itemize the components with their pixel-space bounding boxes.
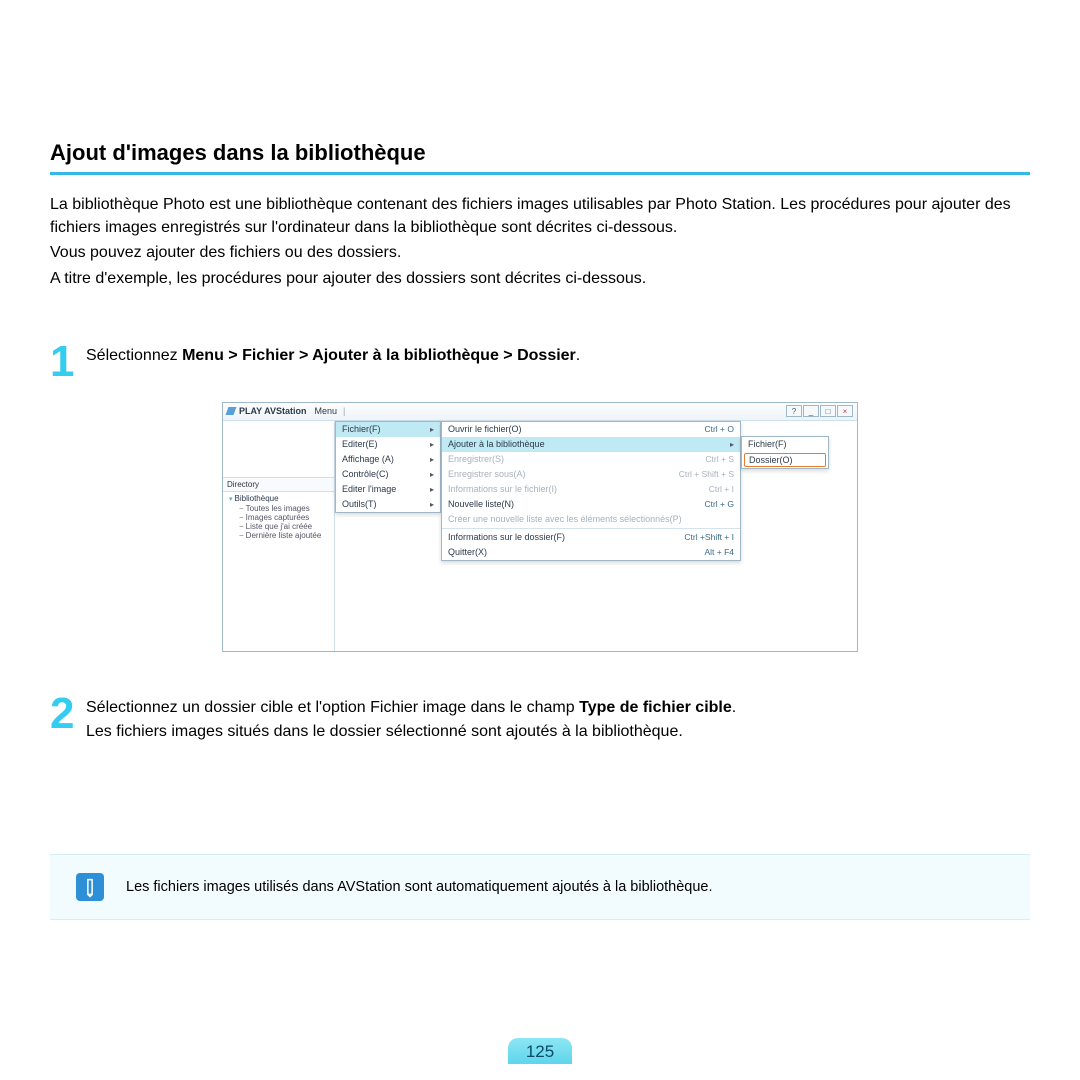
minimize-button[interactable]: _ xyxy=(803,405,819,417)
menu-item-info-fichier: Informations sur le fichier(I)Ctrl + I xyxy=(442,482,740,497)
menu-item-shortcut: Ctrl +Shift + I xyxy=(684,532,734,542)
step-2-line1-bold: Type de fichier cible xyxy=(579,699,732,716)
menu-item-ajouter-bibliotheque[interactable]: Ajouter à la bibliothèque▸ xyxy=(442,437,740,452)
menu-separator xyxy=(442,528,740,529)
sidebar-root[interactable]: Bibliothèque xyxy=(229,494,334,503)
chevron-right-icon: ▸ xyxy=(430,440,434,449)
step-1-suffix: . xyxy=(576,347,580,364)
step-2-line1-pre: Sélectionnez un dossier cible et l'optio… xyxy=(86,699,579,716)
menu-item-enregistrer-sous: Enregistrer sous(A)Ctrl + Shift + S xyxy=(442,467,740,482)
menu-item-label: Ajouter à la bibliothèque xyxy=(448,439,730,449)
menu-item-shortcut: Ctrl + G xyxy=(704,499,734,509)
intro-paragraph-3: A titre d'exemple, les procédures pour a… xyxy=(50,267,1030,290)
help-button[interactable]: ? xyxy=(786,405,802,417)
menu-item-creer-liste-selection: Créer une nouvelle liste avec les élémen… xyxy=(442,512,740,527)
menu-item-label: Enregistrer(S) xyxy=(448,454,705,464)
menu-item-shortcut: Ctrl + I xyxy=(709,484,734,494)
menu-item-controle[interactable]: Contrôle(C) ▸ xyxy=(336,467,440,482)
menu-item-label: Quitter(X) xyxy=(448,547,704,557)
menu-item-quitter[interactable]: Quitter(X)Alt + F4 xyxy=(442,545,740,560)
menu-item-enregistrer: Enregistrer(S)Ctrl + S xyxy=(442,452,740,467)
menu-item-info-dossier[interactable]: Informations sur le dossier(F)Ctrl +Shif… xyxy=(442,530,740,545)
step-2-line2: Les fichiers images situés dans le dossi… xyxy=(86,723,683,740)
menu-divider: | xyxy=(343,406,345,416)
menu-item-editer-image[interactable]: Editer l'image ▸ xyxy=(336,482,440,497)
menu-item-affichage[interactable]: Affichage (A) ▸ xyxy=(336,452,440,467)
app-title: PLAY AVStation xyxy=(239,406,307,416)
chevron-right-icon: ▸ xyxy=(730,440,734,449)
chevron-right-icon: ▸ xyxy=(430,500,434,509)
sidebar-item[interactable]: Liste que j'ai créée xyxy=(229,522,334,531)
heading-rule xyxy=(50,172,1030,175)
close-button[interactable]: × xyxy=(837,405,853,417)
step-1: 1 Sélectionnez Menu > Fichier > Ajouter … xyxy=(50,340,1030,384)
menu-item-label: Dossier(O) xyxy=(749,455,793,465)
menu-panel-level3: Fichier(F) Dossier(O) xyxy=(741,436,829,469)
sidebar-item[interactable]: Dernière liste ajoutée xyxy=(229,531,334,540)
note-text: Les fichiers images utilisés dans AVStat… xyxy=(126,879,713,895)
menu-item-outils[interactable]: Outils(T) ▸ xyxy=(336,497,440,512)
step-1-text: Sélectionnez Menu > Fichier > Ajouter à … xyxy=(86,340,580,368)
menu-item-editer[interactable]: Editer(E) ▸ xyxy=(336,437,440,452)
menu-item-label: Informations sur le dossier(F) xyxy=(448,532,684,542)
note-box: Les fichiers images utilisés dans AVStat… xyxy=(50,854,1030,920)
pencil-note-icon xyxy=(76,873,104,901)
menu-item-label: Informations sur le fichier(I) xyxy=(448,484,709,494)
chevron-right-icon: ▸ xyxy=(430,425,434,434)
menu-item-label: Ouvrir le fichier(O) xyxy=(448,424,704,434)
page-number: 125 xyxy=(508,1038,572,1064)
menu-item-label: Editer l'image xyxy=(342,484,396,494)
chevron-right-icon: ▸ xyxy=(430,470,434,479)
section-heading: Ajout d'images dans la bibliothèque xyxy=(50,140,1030,166)
menu-item-label: Outils(T) xyxy=(342,499,377,509)
menu-item-shortcut: Ctrl + S xyxy=(705,454,734,464)
step-2: 2 Sélectionnez un dossier cible et l'opt… xyxy=(50,692,1030,744)
menu-panel-level2: Ouvrir le fichier(O)Ctrl + O Ajouter à l… xyxy=(441,421,741,561)
menu-item-label: Fichier(F) xyxy=(342,424,381,434)
step-2-number: 2 xyxy=(50,692,86,736)
menu-item-label: Contrôle(C) xyxy=(342,469,389,479)
app-logo-icon xyxy=(226,407,237,415)
sidebar-header: Directory xyxy=(223,477,334,492)
menu-item-dossier[interactable]: Dossier(O) xyxy=(744,453,826,467)
sidebar: Directory Bibliothèque Toutes les images… xyxy=(223,421,335,651)
menu-item-label: Fichier(F) xyxy=(748,439,787,449)
menu-item-label: Enregistrer sous(A) xyxy=(448,469,679,479)
menu-item-fichier-sub[interactable]: Fichier(F) xyxy=(742,437,828,452)
menu-item-label: Nouvelle liste(N) xyxy=(448,499,704,509)
menu-button[interactable]: Menu xyxy=(315,406,338,416)
chevron-right-icon: ▸ xyxy=(430,485,434,494)
menu-item-shortcut: Ctrl + O xyxy=(704,424,734,434)
step-2-text: Sélectionnez un dossier cible et l'optio… xyxy=(86,692,736,744)
menu-item-fichier[interactable]: Fichier(F) ▸ xyxy=(336,422,440,437)
app-window: PLAY AVStation Menu | ? _ □ × Directory xyxy=(222,402,858,652)
menu-panel-level1: Fichier(F) ▸ Editer(E) ▸ Affichage (A) ▸ Co… xyxy=(335,421,441,513)
menu-item-label: Editer(E) xyxy=(342,439,378,449)
maximize-button[interactable]: □ xyxy=(820,405,836,417)
chevron-right-icon: ▸ xyxy=(430,455,434,464)
intro-paragraph-2: Vous pouvez ajouter des fichiers ou des … xyxy=(50,241,1030,264)
intro-paragraph-1: La bibliothèque Photo est une bibliothèq… xyxy=(50,193,1030,239)
sidebar-item[interactable]: Images capturées xyxy=(229,513,334,522)
menu-item-label: Affichage (A) xyxy=(342,454,394,464)
menu-item-label: Créer une nouvelle liste avec les élémen… xyxy=(448,514,734,524)
step-1-prefix: Sélectionnez xyxy=(86,347,182,364)
main-area: Fichier(F) ▸ Editer(E) ▸ Affichage (A) ▸ Co… xyxy=(335,421,857,651)
menu-item-nouvelle-liste[interactable]: Nouvelle liste(N)Ctrl + G xyxy=(442,497,740,512)
sidebar-item[interactable]: Toutes les images xyxy=(229,504,334,513)
menu-item-shortcut: Ctrl + Shift + S xyxy=(679,469,734,479)
titlebar[interactable]: PLAY AVStation Menu | ? _ □ × xyxy=(223,403,857,421)
step-1-bold: Menu > Fichier > Ajouter à la bibliothèq… xyxy=(182,347,576,364)
step-2-line1-post: . xyxy=(732,699,736,716)
menu-item-shortcut: Alt + F4 xyxy=(704,547,734,557)
menu-item-ouvrir[interactable]: Ouvrir le fichier(O)Ctrl + O xyxy=(442,422,740,437)
step-1-number: 1 xyxy=(50,340,86,384)
